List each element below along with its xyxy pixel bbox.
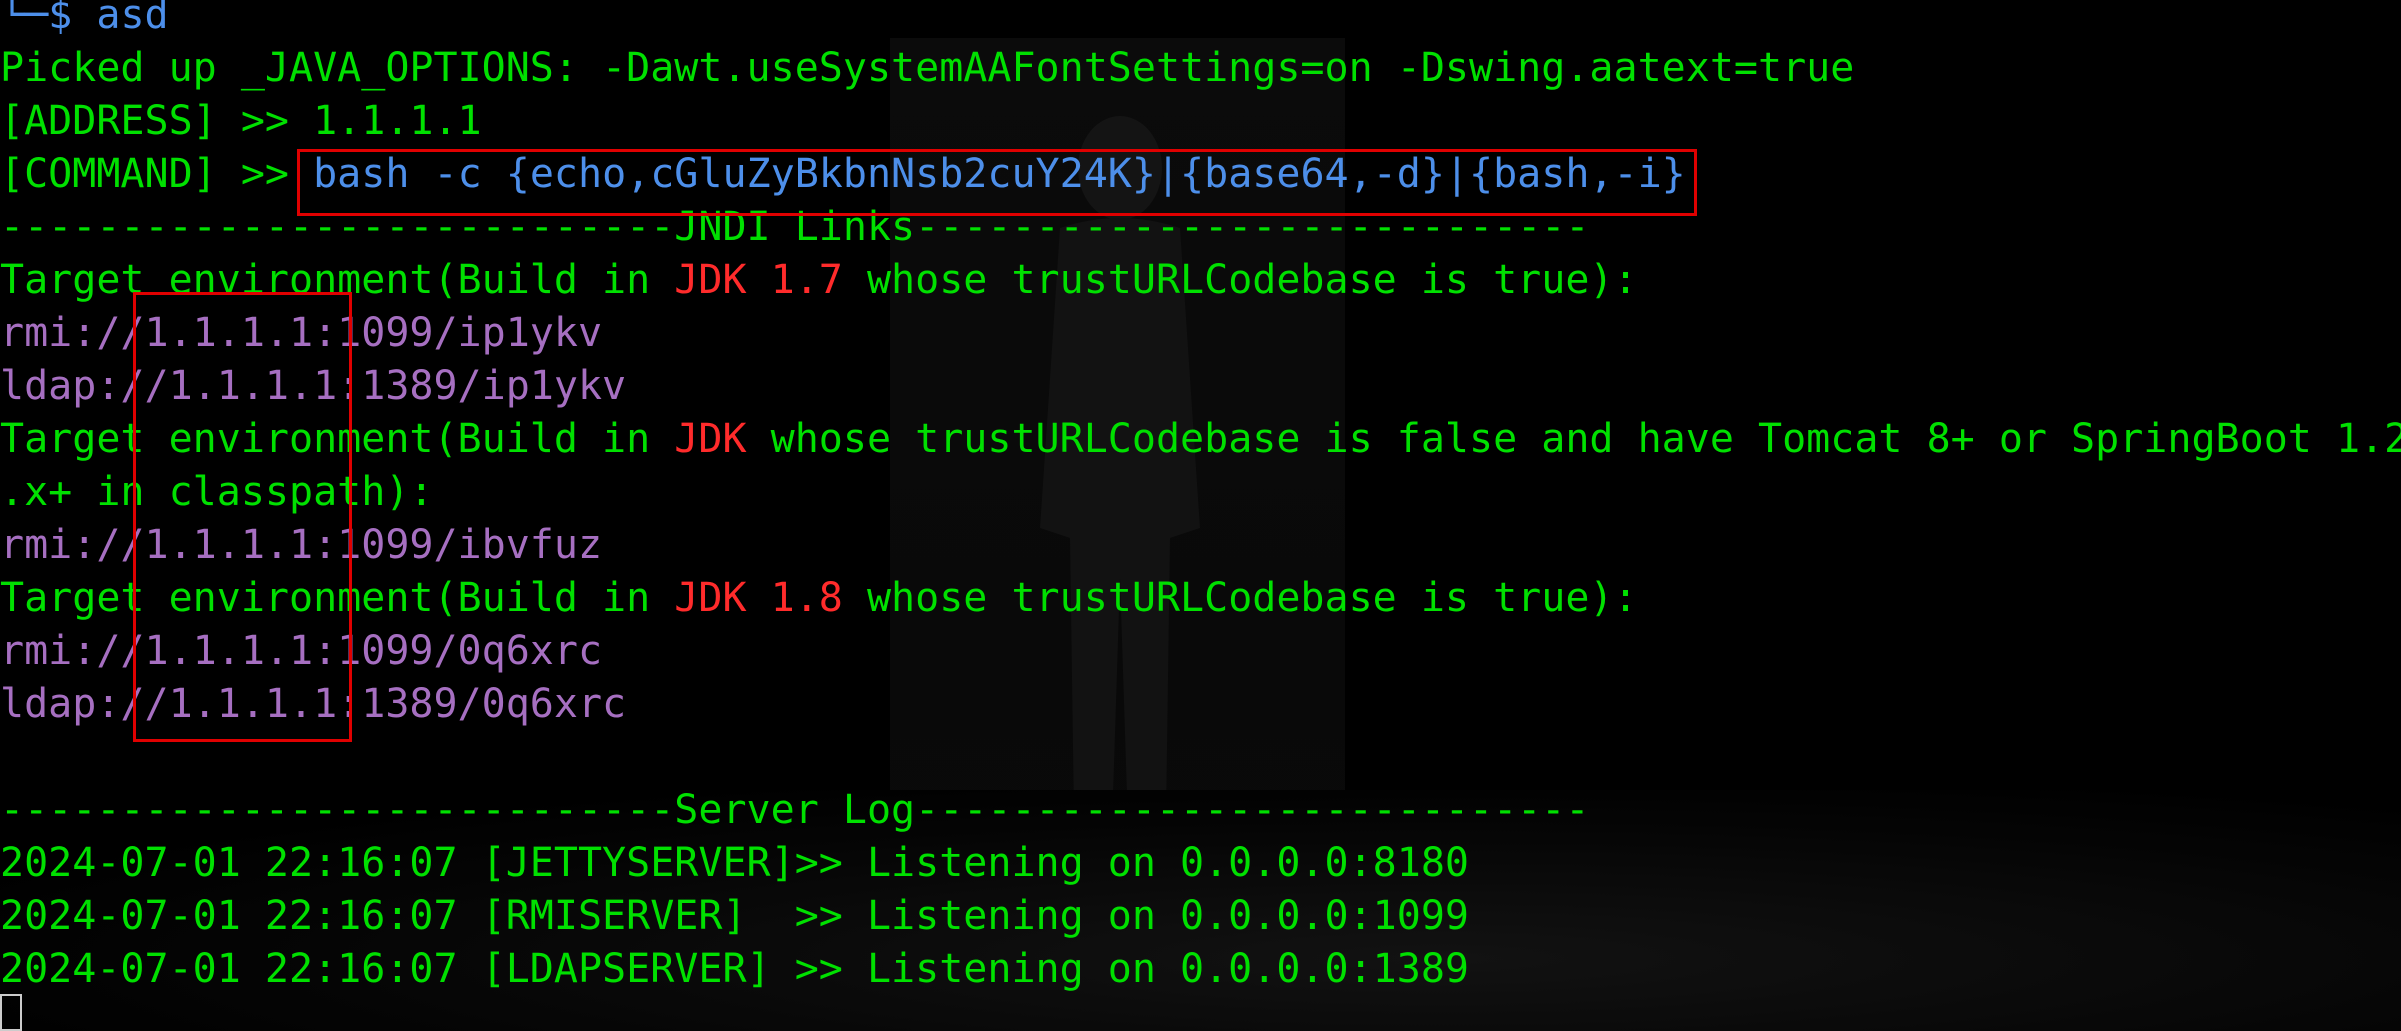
- address-line: [ADDRESS] >> 1.1.1.1: [0, 98, 482, 144]
- target-tomcat-wrap: .x+ in classpath):: [0, 469, 434, 515]
- target-text: whose trustURLCodebase is true):: [842, 257, 1638, 303]
- jndi-link[interactable]: rmi://1.1.1.1:1099/ip1ykv: [0, 307, 2401, 360]
- prompt-command: asd: [96, 0, 169, 38]
- command-highlight-box: [297, 149, 1697, 216]
- server-log-entry: 2024-07-01 22:16:07 [RMISERVER] >> Liste…: [0, 893, 1470, 939]
- terminal-window[interactable]: └─$ asd Picked up _JAVA_OPTIONS: -Dawt.u…: [0, 0, 2401, 1031]
- prompt-corner: └─: [0, 0, 49, 38]
- jdk-version: JDK 1.8: [674, 575, 843, 621]
- server-log-entry: 2024-07-01 22:16:07 [JETTYSERVER]>> List…: [0, 840, 1470, 886]
- terminal-cursor: [0, 994, 22, 1031]
- target-jdk18-line: Target environment(Build in JDK 1.8 whos…: [0, 572, 2401, 625]
- prompt-symbol: $: [48, 0, 73, 38]
- jdk-version: JDK 1.7: [674, 257, 843, 303]
- target-text: whose trustURLCodebase is false and have…: [746, 416, 2401, 462]
- prompt-line: └─$ asd: [0, 0, 2401, 42]
- server-log-header: ----------------------------Server Log--…: [0, 787, 1590, 833]
- jndi-link[interactable]: rmi://1.1.1.1:1099/0q6xrc: [0, 625, 2401, 678]
- target-tomcat-line: Target environment(Build in JDK whose tr…: [0, 413, 2401, 466]
- server-log-entry: 2024-07-01 22:16:07 [LDAPSERVER] >> List…: [0, 946, 1470, 992]
- jndi-link[interactable]: ldap://1.1.1.1:1389/ip1ykv: [0, 360, 2401, 413]
- target-text: whose trustURLCodebase is true):: [842, 575, 1638, 621]
- jndi-link[interactable]: rmi://1.1.1.1:1099/ibvfuz: [0, 519, 2401, 572]
- java-options-line: Picked up _JAVA_OPTIONS: -Dawt.useSystem…: [0, 45, 1855, 91]
- ip-highlight-box: [133, 292, 352, 742]
- target-jdk17-line: Target environment(Build in JDK 1.7 whos…: [0, 254, 2401, 307]
- command-prefix: [COMMAND] >>: [0, 151, 314, 197]
- jdk-version: JDK: [674, 416, 747, 462]
- jndi-link[interactable]: ldap://1.1.1.1:1389/0q6xrc: [0, 678, 2401, 731]
